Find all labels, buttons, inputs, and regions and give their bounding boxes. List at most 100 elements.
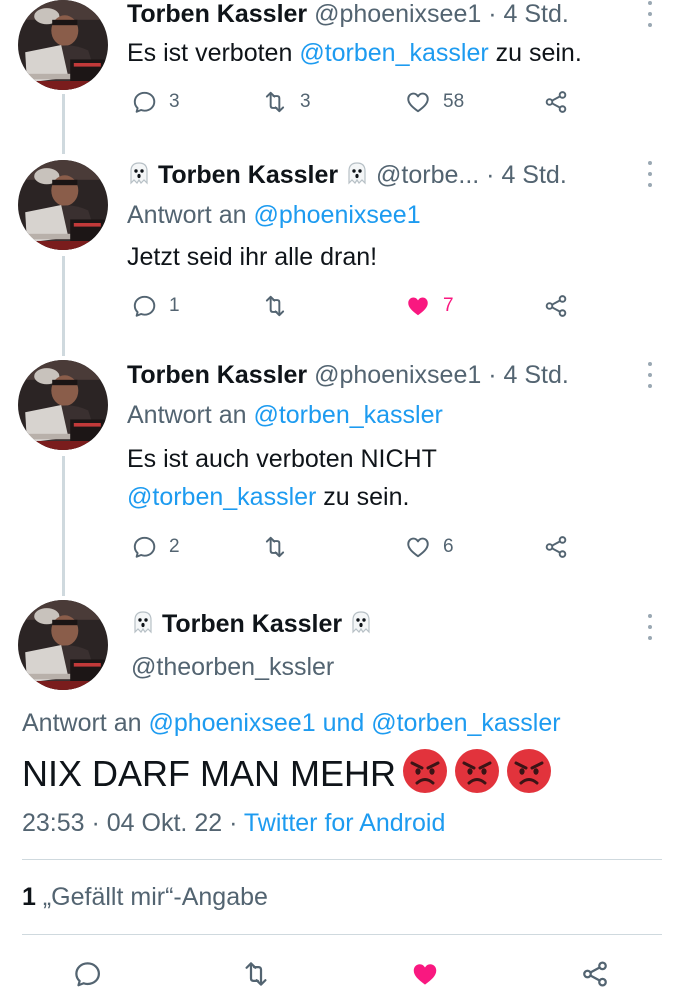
display-name[interactable]: Torben Kassler <box>127 0 307 28</box>
handle[interactable]: @phoenixsee1 <box>314 0 481 28</box>
more-options-icon[interactable] <box>645 1 655 27</box>
reply-button[interactable]: 3 <box>131 87 180 117</box>
avatar[interactable] <box>18 160 108 250</box>
separator-dot: · <box>488 0 497 28</box>
retweet-icon <box>262 534 288 560</box>
reply-to-label: Antwort an <box>127 201 254 229</box>
more-options-icon[interactable] <box>645 362 655 388</box>
share-icon <box>543 293 569 319</box>
reply-count: 3 <box>169 91 180 112</box>
ghost-icon <box>345 161 369 187</box>
heart-filled-icon <box>405 293 431 319</box>
timestamp-line: 23:53 · 04 Okt. 22 · Twitter for Android <box>22 806 445 840</box>
mention-link[interactable]: @phoenixsee1 <box>148 709 315 737</box>
retweet-button[interactable] <box>241 957 271 991</box>
reply-icon <box>131 293 157 319</box>
share-button[interactable] <box>543 532 569 562</box>
share-button[interactable] <box>543 291 569 321</box>
mention-link[interactable]: @torben_kassler <box>371 709 560 737</box>
likes-summary[interactable]: 1 „Gefällt mir“-Angabe <box>22 880 268 914</box>
reply-to-line: Antwort an @phoenixsee1 <box>127 198 421 232</box>
avatar-image <box>18 0 108 90</box>
reply-to-label: Antwort an <box>127 401 254 429</box>
likes-count: 1 <box>22 883 36 911</box>
handle[interactable]: @phoenixsee1 <box>314 361 481 389</box>
separator-dot: · <box>486 161 495 189</box>
mention-link[interactable]: @phoenixsee1 <box>253 201 420 229</box>
reply-icon <box>72 959 102 989</box>
reply-to-label: Antwort an <box>22 709 149 737</box>
tweet-text-line-1: Es ist auch verboten NICHT <box>127 445 437 473</box>
like-count: 6 <box>443 536 454 557</box>
tweet-text: Jetzt seid ihr alle dran! <box>127 243 378 271</box>
share-button[interactable] <box>580 957 610 991</box>
heart-icon <box>405 89 431 115</box>
like-button[interactable]: 6 <box>405 532 454 562</box>
like-count: 7 <box>443 295 454 316</box>
reply-button[interactable]: 1 <box>131 291 180 321</box>
avatar-image <box>18 160 108 250</box>
reply-button[interactable]: 2 <box>131 532 180 562</box>
angry-face-icon <box>454 748 500 794</box>
like-button[interactable]: 58 <box>405 87 464 117</box>
retweet-button[interactable]: 3 <box>262 87 311 117</box>
avatar[interactable] <box>18 0 108 90</box>
mention-link[interactable]: @torben_kassler <box>253 401 442 429</box>
more-options-icon[interactable] <box>645 161 655 187</box>
avatar[interactable] <box>18 360 108 450</box>
timestamp[interactable]: 4 Std. <box>501 161 566 189</box>
reply-to-line: Antwort an @torben_kassler <box>127 398 443 432</box>
handle[interactable]: @theorben_kssler <box>131 650 334 684</box>
source-link[interactable]: Twitter for Android <box>244 809 445 837</box>
avatar[interactable] <box>18 600 108 690</box>
thread-line <box>62 94 65 154</box>
likes-label: „Gefällt mir“-Angabe <box>35 883 268 911</box>
text-segment: zu sein. <box>316 483 410 511</box>
share-icon <box>580 959 610 989</box>
reply-to-line: Antwort an @phoenixsee1 und @torben_kass… <box>22 706 561 740</box>
like-button[interactable]: 7 <box>405 291 454 321</box>
display-name[interactable]: Torben Kassler <box>162 610 342 638</box>
share-button[interactable] <box>543 87 569 117</box>
angry-face-icon <box>402 748 448 794</box>
tweet-text: NIX DARF MAN MEHR <box>22 753 397 794</box>
heart-icon <box>405 534 431 560</box>
more-options-icon[interactable] <box>645 614 655 640</box>
tweet-header: Torben Kassler @phoenixsee1 · 4 Std. <box>127 0 569 31</box>
heart-filled-icon <box>410 959 440 989</box>
divider <box>22 934 662 935</box>
display-name[interactable]: Torben Kassler <box>127 361 307 389</box>
reply-button[interactable] <box>72 957 102 991</box>
mention-link[interactable]: @torben_kassler <box>127 483 316 511</box>
timestamp[interactable]: 4 Std. <box>504 0 569 28</box>
retweet-button[interactable] <box>262 532 288 562</box>
like-button[interactable] <box>410 957 440 991</box>
angry-face-icon <box>506 748 552 794</box>
retweet-count: 3 <box>300 91 311 112</box>
retweet-icon <box>262 293 288 319</box>
tweet-text: Es ist verboten @torben_kassler zu sein. <box>127 36 582 70</box>
ghost-icon <box>127 161 151 187</box>
focused-header: Torben Kassler <box>131 607 373 641</box>
timestamp[interactable]: 4 Std. <box>504 361 569 389</box>
text-segment: zu sein. <box>488 39 582 67</box>
avatar-image <box>18 600 108 690</box>
tweet-text-line-2: @torben_kassler zu sein. <box>127 480 409 514</box>
timestamp[interactable]: 23:53 · 04 Okt. 22 · <box>22 809 244 837</box>
retweet-button[interactable] <box>262 291 288 321</box>
reply-icon <box>131 89 157 115</box>
share-icon <box>543 534 569 560</box>
reply-count: 2 <box>169 536 180 557</box>
separator-dot: · <box>488 361 497 389</box>
retweet-icon <box>262 89 288 115</box>
thread-line <box>62 256 65 356</box>
divider <box>22 859 662 860</box>
mention-link[interactable]: @torben_kassler <box>299 39 488 67</box>
reply-count: 1 <box>169 295 180 316</box>
like-count: 58 <box>443 91 465 112</box>
avatar-image <box>18 360 108 450</box>
reply-icon <box>131 534 157 560</box>
display-name[interactable]: Torben Kassler <box>158 161 338 189</box>
handle[interactable]: @torbe... <box>376 161 479 189</box>
reply-to-and: und <box>315 709 372 737</box>
